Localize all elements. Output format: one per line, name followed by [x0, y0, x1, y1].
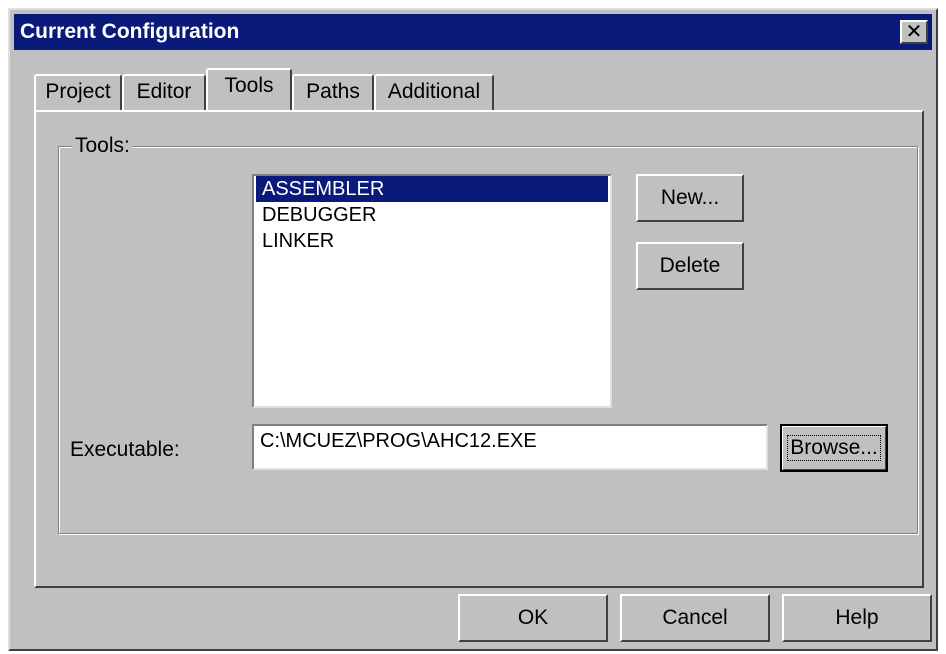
ok-button[interactable]: OK — [458, 594, 608, 642]
tab-tools[interactable]: Tools — [206, 68, 292, 110]
close-button[interactable]: ✕ — [900, 20, 928, 44]
configuration-dialog: Current Configuration ✕ Project Editor T… — [8, 8, 938, 651]
tab-project[interactable]: Project — [34, 74, 122, 110]
executable-input[interactable] — [252, 424, 768, 470]
close-icon: ✕ — [905, 19, 923, 43]
help-button[interactable]: Help — [782, 594, 932, 642]
list-item-debugger[interactable]: DEBUGGER — [256, 202, 608, 228]
tab-editor[interactable]: Editor — [122, 74, 206, 110]
tools-group-label: Tools: — [72, 134, 133, 158]
tab-label: Additional — [387, 80, 481, 103]
executable-label: Executable: — [70, 438, 180, 461]
tab-label: Editor — [136, 80, 192, 103]
tab-label: Tools — [224, 74, 274, 97]
tools-listbox[interactable]: ASSEMBLER DEBUGGER LINKER — [252, 174, 612, 408]
browse-button[interactable]: Browse... — [780, 424, 888, 472]
delete-tool-button[interactable]: Delete — [636, 242, 744, 290]
browse-label: Browse... — [787, 435, 881, 461]
tab-label: Project — [45, 80, 111, 103]
tab-label: Paths — [306, 80, 360, 103]
tab-additional[interactable]: Additional — [374, 74, 494, 110]
new-tool-button[interactable]: New... — [636, 174, 744, 222]
tab-paths[interactable]: Paths — [292, 74, 374, 110]
list-item-assembler[interactable]: ASSEMBLER — [256, 176, 608, 202]
window-title: Current Configuration — [20, 20, 240, 43]
tools-tab-panel: Tools: ASSEMBLER DEBUGGER LINKER New... … — [34, 110, 924, 588]
list-item-linker[interactable]: LINKER — [256, 228, 608, 254]
title-bar: Current Configuration ✕ — [14, 14, 932, 50]
cancel-button[interactable]: Cancel — [620, 594, 770, 642]
